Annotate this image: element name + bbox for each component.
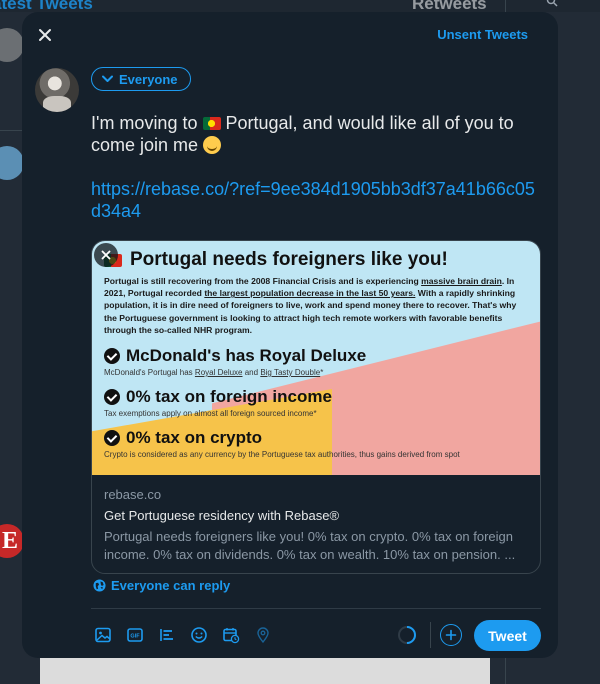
tweet-link[interactable]: https://rebase.co/?ref=9ee384d1905bb3df3… [91,178,541,222]
card-title: Get Portuguese residency with Rebase® [104,508,340,523]
remove-card-button[interactable] [94,243,118,267]
card-domain: rebase.co [104,487,162,502]
chevron-down-icon [102,75,113,82]
calendar-clock-icon [223,628,240,644]
emoji-button[interactable] [187,623,211,647]
check-circle-icon [104,430,120,447]
tweet-text: I'm moving to Portugal, and would like a… [91,113,514,155]
globe-icon [93,579,106,592]
compose-tweet-modal: Unsent Tweets Everyone I'm moving to Por… [22,12,558,658]
compose-toolbar: GIF [91,623,275,647]
plus-icon [445,629,457,641]
background-divider [0,130,22,131]
background-avatar [0,146,24,180]
background-search-icon [546,0,558,10]
preview-benefit-item: 0% tax on foreign income Tax exemptions … [104,387,332,419]
card-description: Portugal needs foreigners like you! 0% t… [104,529,516,562]
background-avatar: E [0,524,24,558]
media-button[interactable] [91,623,115,647]
preview-image-title: Portugal needs foreigners like you! [104,249,526,271]
reply-setting-button[interactable]: Everyone can reply [93,578,230,593]
close-button[interactable] [34,24,56,46]
character-count-progress [398,626,416,644]
check-circle-icon [104,389,120,406]
portugal-flag-icon [202,117,221,130]
user-avatar[interactable] [35,68,79,112]
close-icon [39,29,51,41]
audience-label: Everyone [119,71,178,87]
close-icon [101,250,111,260]
tweet-text-area[interactable]: I'm moving to Portugal, and would like a… [91,112,541,222]
reply-setting-label: Everyone can reply [111,578,231,593]
unsent-tweets-link[interactable]: Unsent Tweets [437,27,528,42]
toolbar-separator [430,622,431,648]
preview-benefit-item: 0% tax on crypto Crypto is considered as… [104,428,460,460]
gif-icon: GIF [127,628,143,642]
location-button[interactable] [251,623,275,647]
background-image [40,658,490,684]
image-icon [95,627,111,643]
check-circle-icon [104,348,120,365]
divider [91,608,541,609]
preview-benefit-item: McDonald's has Royal Deluxe McDonald's P… [104,346,367,378]
svg-text:GIF: GIF [130,634,140,640]
gif-button[interactable]: GIF [123,623,147,647]
background-avatar [0,28,24,62]
preview-image-paragraph: Portugal is still recovering from the 20… [104,276,517,335]
link-preview-card[interactable]: Portugal needs foreigners like you! Port… [91,240,541,574]
emoji-icon [191,627,207,643]
smiling-face-icon [203,136,222,154]
link-preview-image: Portugal needs foreigners like you! Port… [92,241,540,475]
tweet-button[interactable]: Tweet [474,620,541,651]
poll-icon [160,629,173,641]
location-pin-icon [257,627,269,644]
audience-selector[interactable]: Everyone [91,67,191,91]
poll-button[interactable] [155,623,179,647]
schedule-button[interactable] [219,623,243,647]
add-tweet-button[interactable] [440,624,462,646]
